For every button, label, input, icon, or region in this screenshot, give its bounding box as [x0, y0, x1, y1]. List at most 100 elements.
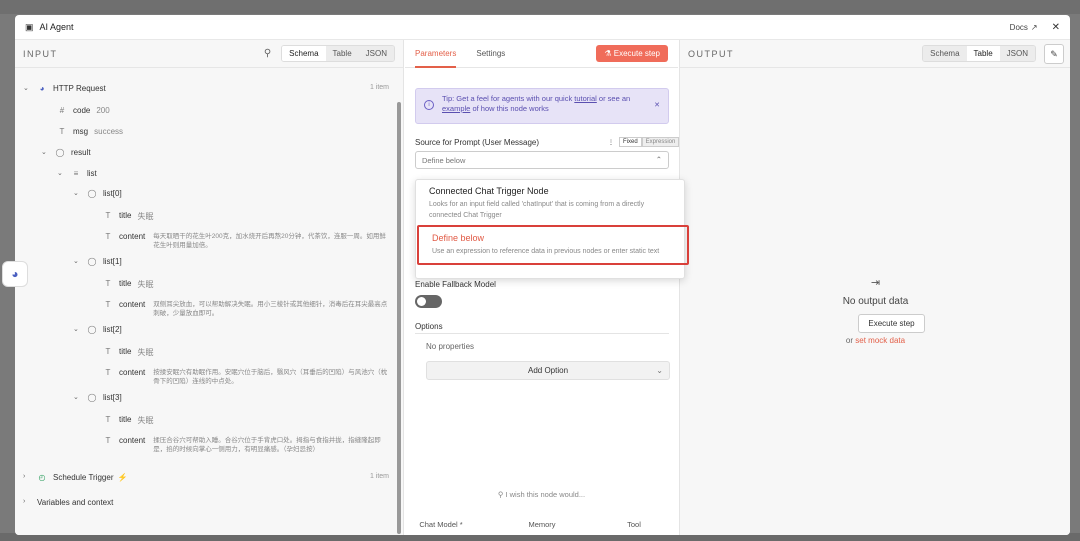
source-label: Source for Prompt (User Message) — [415, 138, 540, 147]
list-item[interactable]: ⌄ ◯ list[0] — [73, 189, 122, 198]
object-icon: ◯ — [55, 148, 65, 157]
close-icon[interactable]: ✕ — [654, 101, 660, 111]
output-view-switch: Schema Table JSON — [922, 45, 1036, 62]
info-icon: i — [424, 100, 434, 110]
add-option-label: Add Option — [527, 366, 569, 375]
variables-label: Variables and context — [37, 498, 114, 507]
option-chat-trigger[interactable]: Connected Chat Trigger Node Looks for an… — [416, 180, 686, 227]
field-value: 200 — [96, 106, 110, 115]
field-content: T content 每天取晒干的花生叶200克，加水烧开后再熬20分钟，代茶饮，… — [103, 232, 389, 250]
chevron-right-icon[interactable]: › — [23, 473, 31, 480]
field-key: list — [87, 169, 97, 178]
or-text: or — [845, 336, 854, 345]
external-link-icon: ↗ — [1030, 22, 1038, 32]
item-label: list[1] — [103, 257, 122, 266]
lightning-icon: ⚡ — [117, 473, 128, 482]
chevron-down-icon[interactable]: ⌄ — [57, 169, 65, 177]
field-key: title — [119, 347, 132, 356]
tab-parameters[interactable]: Parameters — [415, 40, 457, 68]
list-icon: ≡ — [73, 169, 79, 178]
tutorial-link[interactable]: tutorial — [574, 94, 597, 103]
pencil-icon[interactable]: ✎ — [1044, 44, 1064, 64]
chevron-down-icon[interactable]: ⌄ — [23, 84, 31, 92]
item-label: list[3] — [103, 393, 122, 402]
arrow-right-icon: ⇥ — [870, 277, 881, 289]
text-type-icon: T — [105, 415, 111, 424]
list-item[interactable]: ⌄ ◯ list[3] — [73, 393, 122, 402]
tree-node-schedule[interactable]: › ◴ Schedule Trigger ⚡ — [23, 473, 127, 482]
option-title: Define below — [432, 233, 485, 243]
fallback-label: Enable Fallback Model — [415, 280, 496, 289]
field-value: 按揉安眠穴有助眠作用。安眠穴位于脑后，翳风穴（耳垂后的凹陷）与风池穴（枕骨下的凹… — [153, 369, 388, 385]
output-header: OUTPUT Schema Table JSON ✎ — [680, 40, 1070, 68]
output-view-table[interactable]: Table — [966, 46, 1000, 61]
close-icon[interactable]: ✕ — [1052, 22, 1060, 33]
field-key: title — [119, 279, 132, 288]
input-view-json[interactable]: JSON — [358, 46, 394, 61]
scrollbar[interactable] — [397, 102, 401, 534]
list-item[interactable]: ⌄ ◯ list[2] — [73, 325, 122, 334]
tree-node-http[interactable]: ⌄ ◕ HTTP Request — [23, 84, 106, 93]
tip-text: or see an — [596, 94, 631, 103]
docs-link[interactable]: Docs ↗ — [1010, 23, 1038, 32]
object-icon: ◯ — [87, 393, 97, 402]
field-value: 双侧耳尖放血，可以帮助解决失眠。用小三棱针或其他细针，消毒后在耳尖最高点刺破，少… — [153, 301, 388, 317]
object-icon: ◯ — [87, 325, 97, 334]
input-panel: INPUT ⚲ Schema Table JSON ⌄ ◕ HTTP Reque… — [15, 40, 404, 535]
list-item[interactable]: ⌄ ◯ list[1] — [73, 257, 122, 266]
chevron-down-icon[interactable]: ⌄ — [73, 325, 81, 333]
input-view-schema[interactable]: Schema — [282, 46, 326, 61]
text-type-icon: T — [105, 347, 111, 356]
variables-context[interactable]: › Variables and context — [23, 498, 113, 507]
output-view-json[interactable]: JSON — [999, 46, 1035, 61]
field-content: T content 双侧耳尖放血，可以帮助解决失眠。用小三棱针或其他细针，消毒后… — [103, 300, 389, 318]
text-type-icon: T — [105, 368, 111, 377]
add-option-button[interactable]: Add Option ⌄ — [426, 361, 670, 380]
field-list[interactable]: ⌄ ≡ list — [57, 169, 97, 178]
expression-option[interactable]: Expression — [641, 137, 680, 147]
chevron-down-icon[interactable]: ⌄ — [41, 148, 49, 156]
modal-title: AI Agent — [39, 22, 74, 32]
fallback-toggle[interactable] — [415, 295, 442, 308]
tip-text: of how this node works — [470, 104, 549, 113]
field-value: 失眠 — [137, 280, 154, 289]
field-value: 失眠 — [137, 212, 154, 221]
tab-settings[interactable]: Settings — [476, 40, 505, 68]
input-view-table[interactable]: Table — [325, 46, 359, 61]
item-label: list[0] — [103, 189, 122, 198]
source-dropdown: Connected Chat Trigger Node Looks for an… — [415, 179, 689, 279]
modal-header: ▣ AI Agent Docs ↗ ✕ — [15, 15, 1070, 40]
source-select[interactable]: Define below ⌃ — [415, 151, 669, 169]
option-define-below[interactable]: Define below Use an expression to refere… — [417, 225, 689, 265]
field-key: title — [119, 415, 132, 424]
more-icon[interactable]: ⋮ — [605, 138, 617, 147]
fixed-option[interactable]: Fixed — [619, 137, 642, 147]
execute-step-button[interactable]: ⚗ Execute step — [596, 45, 668, 62]
field-title: T title 失眠 — [103, 279, 154, 290]
search-icon[interactable]: ⚲ — [264, 48, 271, 59]
chevron-right-icon[interactable]: › — [23, 498, 31, 505]
chevron-down-icon[interactable]: ⌄ — [73, 393, 81, 401]
chevron-down-icon[interactable]: ⌄ — [73, 257, 81, 265]
options-label: Options — [415, 322, 443, 331]
field-value: success — [94, 127, 124, 136]
field-msg: T msg success — [57, 127, 123, 136]
execute-step-button[interactable]: Execute step — [858, 314, 925, 333]
clock-icon: ◴ — [38, 473, 46, 482]
field-title: T title 失眠 — [103, 347, 154, 358]
select-value: Define below — [422, 156, 466, 165]
example-link[interactable]: example — [442, 104, 470, 113]
chevron-down-icon[interactable]: ⌄ — [73, 189, 81, 197]
field-content: T content 揉压合谷穴可帮助入睡。合谷穴位于手背虎口处。拇指与食指并拢，… — [103, 436, 389, 454]
field-result[interactable]: ⌄ ◯ result — [41, 148, 91, 157]
wish-link[interactable]: ⚲ I wish this node would... — [405, 490, 678, 499]
flask-icon: ⚗ — [604, 49, 614, 58]
output-label: OUTPUT — [688, 48, 734, 59]
no-output-text: No output data — [842, 296, 909, 307]
field-value: 失眠 — [137, 348, 154, 357]
field-key: title — [119, 211, 132, 220]
output-view-schema[interactable]: Schema — [923, 46, 967, 61]
globe-icon[interactable]: ◕ — [2, 261, 28, 287]
option-title: Connected Chat Trigger Node — [429, 186, 549, 196]
set-mock-data-link[interactable]: set mock data — [855, 336, 905, 345]
